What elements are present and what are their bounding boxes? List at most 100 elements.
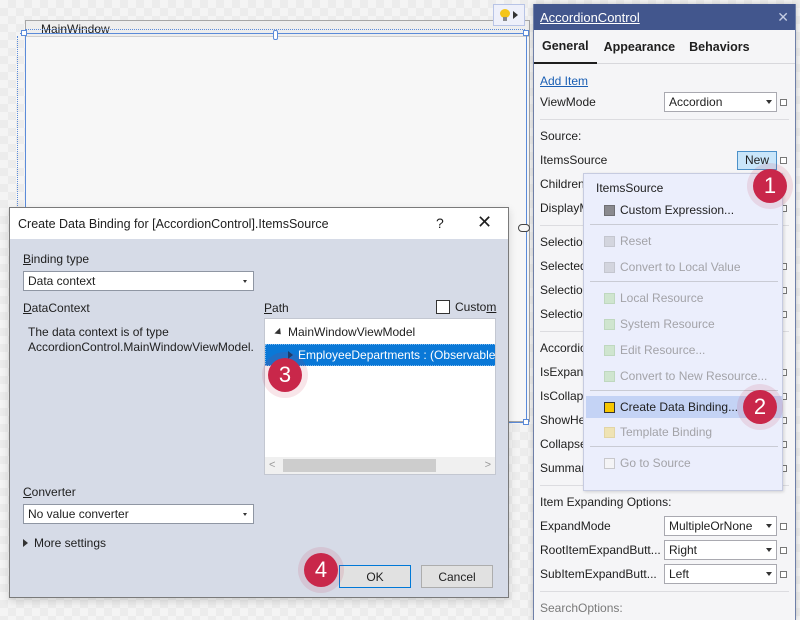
cancel-button[interactable]: Cancel (421, 565, 493, 588)
tab-general[interactable]: General (534, 30, 597, 64)
step-badge-3: 3 (268, 358, 302, 392)
binding-link-icon (518, 224, 530, 232)
expandmode-label: ExpandMode (540, 519, 611, 533)
root-item-expand-combo[interactable]: Right (664, 540, 777, 560)
property-tabs: General Appearance Behaviors (534, 30, 795, 64)
dialog-titlebar: Create Data Binding for [AccordionContro… (10, 208, 508, 239)
dialog-title: Create Data Binding for [AccordionContro… (18, 216, 329, 231)
viewmode-value: Accordion (669, 95, 723, 109)
menu-item-label: Create Data Binding... (620, 400, 739, 414)
close-button[interactable]: ✕ (477, 212, 492, 233)
expand-arrow-icon (513, 11, 518, 19)
converter-combo[interactable]: No value converter (23, 504, 254, 524)
scroll-left-icon[interactable]: < (269, 459, 275, 471)
tab-behaviors[interactable]: Behaviors (682, 30, 756, 64)
root-item-expand-value: Right (669, 543, 698, 557)
template-binding-swatch-icon (604, 426, 615, 438)
edit-resource-swatch-icon (604, 344, 615, 356)
resize-handle-top-center[interactable] (273, 30, 278, 40)
menu-item-edit-resource: Edit Resource... (590, 339, 778, 361)
convert-local-swatch-icon (604, 261, 615, 273)
property-marker[interactable] (780, 546, 787, 554)
sub-item-expand-combo[interactable]: Left (664, 564, 777, 584)
local-resource-swatch-icon (604, 292, 615, 304)
menu-item-label: Convert to Local Value (620, 260, 741, 274)
close-icon[interactable]: ✕ (777, 9, 789, 26)
divider (540, 119, 789, 120)
menu-item-label: Go to Source (620, 456, 691, 470)
tree-node-root[interactable]: MainWindowViewModel (265, 321, 495, 343)
convert-new-resource-swatch-icon (604, 370, 615, 382)
quick-actions-button[interactable] (493, 4, 525, 26)
path-label: Path (264, 301, 289, 315)
add-item-link[interactable]: Add Item (540, 74, 588, 88)
menu-item-custom-expression[interactable]: Custom Expression... (590, 199, 778, 221)
custom-expression-swatch-icon (604, 204, 615, 216)
tab-appearance[interactable]: Appearance (597, 30, 683, 64)
property-marker[interactable] (780, 570, 787, 578)
expandmode-combo[interactable]: MultipleOrNone (664, 516, 777, 536)
chevron-down-icon (766, 572, 772, 576)
root-item-expand-label: RootItemExpandButt... (540, 543, 661, 557)
viewmode-label: ViewMode (540, 95, 596, 109)
search-options-section-header: SearchOptions: (540, 601, 623, 615)
expandmode-value: MultipleOrNone (669, 519, 753, 533)
sub-item-expand-label: SubItemExpandButt... (540, 567, 657, 581)
menu-item-convert-to-new-resource: Convert to New Resource... (590, 365, 778, 387)
menu-item-local-resource: Local Resource (590, 287, 778, 309)
scrollbar-thumb[interactable] (283, 459, 436, 472)
viewmode-combo[interactable]: Accordion (664, 92, 777, 112)
menu-item-label: Template Binding (620, 425, 713, 439)
step-badge-4: 4 (304, 553, 338, 587)
property-panel-title[interactable]: AccordionControl (540, 10, 640, 25)
system-resource-swatch-icon (604, 318, 615, 330)
menu-item-system-resource: System Resource (590, 313, 778, 335)
menu-separator (590, 281, 778, 282)
step-badge-2: 2 (743, 390, 777, 424)
datacontext-description: The data context is of type AccordionCon… (28, 325, 254, 354)
path-tree[interactable]: MainWindowViewModel EmployeeDepartments … (264, 318, 496, 475)
scroll-right-icon[interactable]: > (485, 459, 491, 471)
resize-handle-bottom-right[interactable] (523, 419, 529, 425)
sub-item-expand-value: Left (669, 567, 690, 581)
property-marker[interactable] (780, 98, 787, 106)
step-badge-1: 1 (753, 169, 787, 203)
custom-label: Custom (455, 300, 497, 314)
selection-guide-left (17, 36, 18, 208)
more-settings-expander[interactable]: More settings (23, 536, 106, 550)
converter-value: No value converter (28, 507, 129, 521)
go-to-source-swatch-icon (604, 457, 615, 469)
tree-node-employee-departments[interactable]: EmployeeDepartments : (ObservableC (265, 344, 495, 366)
binding-type-combo[interactable]: Data context (23, 271, 254, 291)
itemssource-new-button[interactable]: New (737, 150, 777, 170)
menu-item-label: Reset (620, 234, 652, 248)
custom-checkbox[interactable] (436, 300, 450, 314)
horizontal-scrollbar[interactable]: < > (265, 457, 495, 474)
menu-item-go-to-source: Go to Source (590, 452, 778, 474)
resize-handle-top-right[interactable] (523, 30, 529, 36)
menu-item-label: Convert to New Resource... (620, 369, 768, 383)
chevron-down-icon (243, 280, 247, 283)
menu-item-label: Local Resource (620, 291, 704, 305)
menu-item-convert-to-local-value: Convert to Local Value (590, 256, 778, 278)
binding-type-label: Binding type (23, 252, 90, 266)
item-expanding-section-header: Item Expanding Options: (540, 495, 672, 509)
property-panel-header: AccordionControl ✕ (534, 4, 795, 30)
resize-handle-top-left[interactable] (21, 30, 27, 36)
help-button[interactable]: ? (436, 215, 444, 231)
context-menu-title: ItemsSource (596, 181, 664, 195)
expanded-arrow-icon[interactable] (274, 327, 284, 337)
menu-item-template-binding: Template Binding (590, 421, 778, 443)
menu-separator (590, 390, 778, 391)
reset-swatch-icon (604, 235, 615, 247)
property-marker[interactable] (780, 156, 787, 164)
property-marker[interactable] (780, 522, 787, 530)
ok-button[interactable]: OK (339, 565, 411, 588)
chevron-down-icon (766, 100, 772, 104)
tree-node-label: MainWindowViewModel (288, 325, 416, 339)
chevron-down-icon (243, 513, 247, 516)
lightbulb-icon (500, 9, 510, 21)
menu-item-label: Custom Expression... (620, 203, 735, 217)
converter-label: Converter (23, 485, 76, 499)
menu-separator (590, 446, 778, 447)
